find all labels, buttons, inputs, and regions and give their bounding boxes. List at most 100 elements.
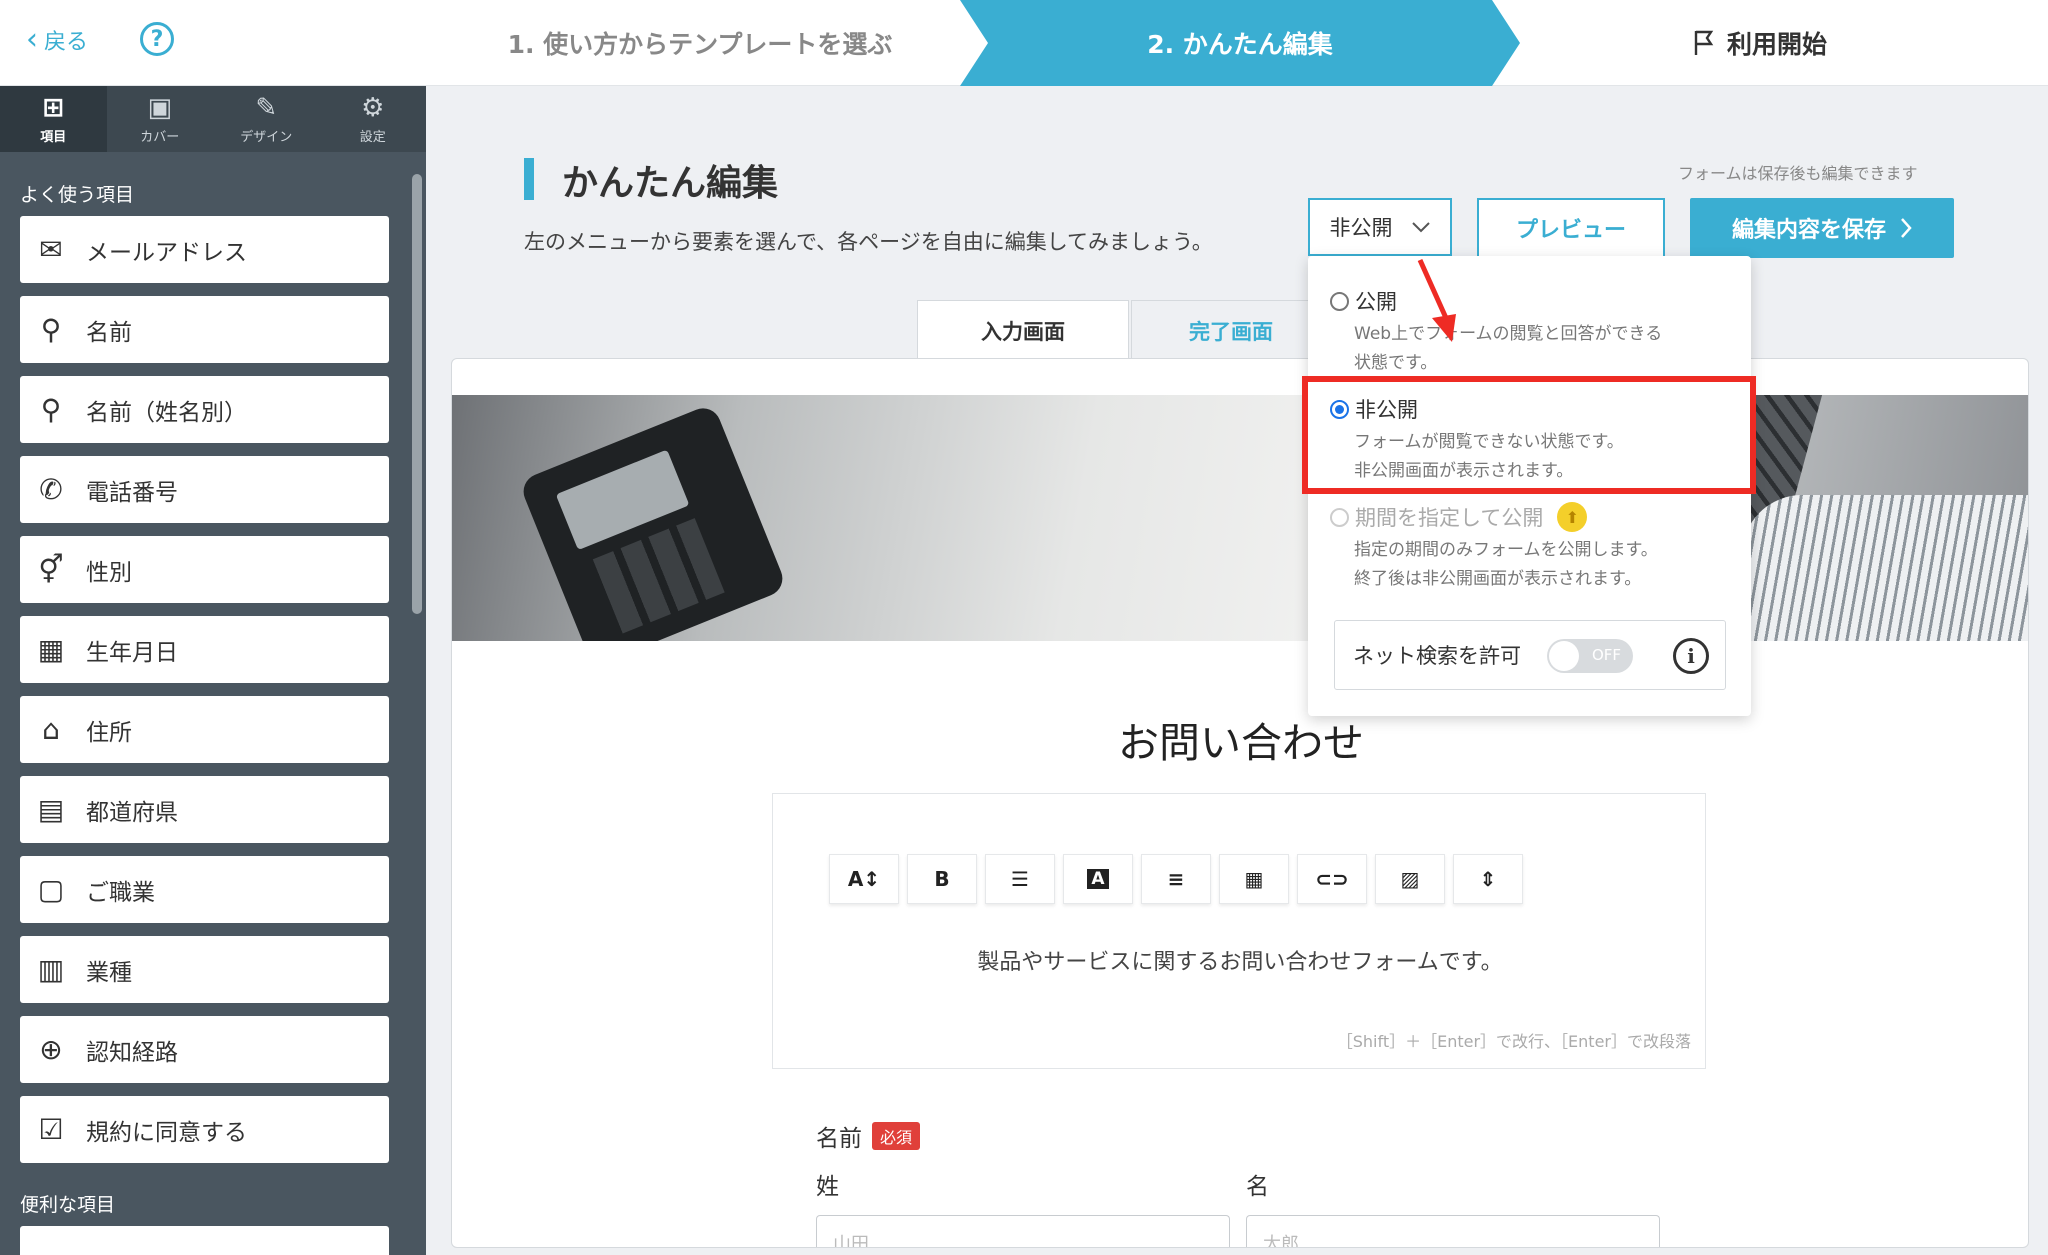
form-canvas: お問い合わせ A↕ B ☰ A ≡ ▦ ⊂⊃ ▨ ⇕ 製品やサービスに関するお問… (451, 358, 2029, 1248)
sidebar-item-phone[interactable]: ✆ 電話番号 (20, 456, 389, 523)
sidebar-tab-label: カバー (140, 129, 180, 145)
sidebar-item-prefecture[interactable]: ▤ 都道府県 (20, 776, 389, 843)
bold-button[interactable]: B (907, 854, 977, 904)
upgrade-badge-icon: ⬆ (1557, 502, 1588, 532)
tab-complete-screen[interactable]: 完了画面 (1131, 300, 1331, 360)
net-search-label: ネット検索を許可 (1353, 644, 1521, 668)
sidebar-item-label: 認知経路 (86, 1039, 178, 1066)
toggle-knob (1549, 641, 1579, 671)
house-icon: ⌂ (42, 713, 60, 746)
name-label-text: 名前 (816, 1126, 862, 1152)
chevron-down-icon (1411, 222, 1430, 233)
align-button[interactable]: ≡ (1141, 854, 1211, 904)
table-button[interactable]: ▦ (1219, 854, 1289, 904)
person-icon: ⚲ (40, 313, 62, 346)
visibility-select[interactable]: 非公開 (1308, 198, 1452, 256)
name-field-label: 名前 必須 (816, 1119, 921, 1153)
sidebar-tab-settings[interactable]: ⚙ 設定 (320, 86, 427, 152)
calendar-icon: ▦ (37, 633, 65, 666)
page-description: 左のメニューから要素を選んで、各ページを自由に編集してみましょう。 (524, 230, 1213, 254)
preview-button[interactable]: プレビュー (1477, 198, 1665, 258)
list-button[interactable]: ☰ (985, 854, 1055, 904)
sidebar-item-address[interactable]: ⌂ 住所 (20, 696, 389, 763)
last-name-label: 姓 (816, 1174, 839, 1200)
sidebar-item-label: 電話番号 (86, 479, 178, 506)
first-name-input[interactable]: 太郎 (1246, 1215, 1660, 1247)
editor-toolbar: A↕ B ☰ A ≡ ▦ ⊂⊃ ▨ ⇕ (829, 854, 1523, 904)
section-title-useful: 便利な項目 (20, 1194, 116, 1216)
add-item-icon: ⊞ (42, 92, 65, 123)
sidebar-item-partial[interactable] (20, 1226, 389, 1255)
radio-scheduled[interactable] (1330, 507, 1349, 527)
sidebar-item-list: ✉ メールアドレス ⚲ 名前 ⚲ 名前（姓名別） ✆ 電話番号 ⚥ 性別 ▦ 生年月日 ⌂ 住… (20, 216, 389, 1176)
sidebar-item-referral[interactable]: ⊕ 認知経路 (20, 1016, 389, 1083)
step-start-use[interactable]: 利用開始 (1640, 0, 1880, 86)
sidebar-item-name-split[interactable]: ⚲ 名前（姓名別） (20, 376, 389, 443)
step-easy-edit[interactable]: 2. かんたん編集 (960, 0, 1520, 86)
page-title: かんたん編集 (562, 163, 779, 204)
toggle-state: OFF (1591, 646, 1621, 664)
tab-input-screen[interactable]: 入力画面 (917, 300, 1129, 360)
step-choose-template[interactable]: 1. 使い方からテンプレートを選ぶ (440, 0, 960, 86)
sidebar-item-label: メールアドレス (86, 239, 247, 266)
option-desc-line: 終了後は非公開画面が表示されます。 (1354, 569, 1642, 589)
save-button[interactable]: 編集内容を保存 (1690, 198, 1954, 258)
description-editor[interactable]: A↕ B ☰ A ≡ ▦ ⊂⊃ ▨ ⇕ 製品やサービスに関するお問い合わせフォー… (772, 793, 1706, 1069)
sidebar-item-label: 名前（姓名別） (86, 399, 247, 426)
sidebar-tab-label: 設定 (359, 129, 386, 145)
section-title-common: よく使う項目 (20, 184, 135, 206)
sidebar-item-industry[interactable]: ▥ 業種 (20, 936, 389, 1003)
option-public[interactable]: 公開 Web上でフォームの閲覧と回答ができる 状態です。 (1330, 286, 1662, 378)
sidebar-item-label: ご職業 (86, 879, 155, 906)
option-scheduled[interactable]: 期間を指定して公開 ⬆ 指定の期間のみフォームを公開します。 終了後は非公開画面が表… (1330, 502, 1658, 594)
back-label: 戻る (44, 30, 89, 55)
info-icon[interactable]: i (1673, 638, 1709, 674)
office-building-icon: ▥ (37, 953, 65, 986)
image-button[interactable]: ▨ (1375, 854, 1445, 904)
editor-hint: ［Shift］＋［Enter］で改行、［Enter］で改段落 (1336, 1032, 1691, 1051)
sidebar-tab-cover[interactable]: ▣ カバー (107, 86, 214, 152)
id-badge-icon: ▢ (37, 873, 65, 906)
font-size-button[interactable]: A↕ (829, 854, 899, 904)
required-badge: 必須 (872, 1122, 921, 1150)
chevron-right-icon (1901, 218, 1912, 238)
net-search-toggle[interactable]: OFF (1547, 639, 1633, 673)
text-color-button[interactable]: A (1063, 854, 1133, 904)
form-title[interactable]: お問い合わせ (452, 709, 2028, 769)
sidebar-item-terms[interactable]: ☑ 規約に同意する (20, 1096, 389, 1163)
sidebar-item-gender[interactable]: ⚥ 性別 (20, 536, 389, 603)
sidebar-item-label: 生年月日 (86, 639, 178, 666)
visibility-select-value: 非公開 (1329, 216, 1393, 240)
sidebar-tab-label: 項目 (40, 129, 67, 145)
text-color-icon: A (1087, 869, 1109, 889)
form-description[interactable]: 製品やサービスに関するお問い合わせフォームです。 (773, 944, 1707, 976)
envelope-icon: ✉ (39, 233, 63, 266)
first-name-label: 名 (1246, 1174, 1269, 1200)
phone-icon: ✆ (39, 473, 63, 506)
save-button-label: 編集内容を保存 (1731, 218, 1886, 243)
option-desc-line: 指定の期間のみフォームを公開します。 (1354, 540, 1658, 560)
sidebar-item-label: 規約に同意する (86, 1119, 247, 1146)
cover-image[interactable] (452, 395, 2028, 641)
option-label: 期間を指定して公開 (1355, 506, 1544, 530)
sidebar-item-name[interactable]: ⚲ 名前 (20, 296, 389, 363)
top-bar: ‹ 戻る ? 1. 使い方からテンプレートを選ぶ 2. かんたん編集 利用開始 (0, 0, 2048, 86)
spacing-button[interactable]: ⇕ (1453, 854, 1523, 904)
sidebar-item-occupation[interactable]: ▢ ご職業 (20, 856, 389, 923)
chevron-left-icon: ‹ (26, 22, 38, 57)
back-link[interactable]: ‹ 戻る (26, 24, 88, 56)
sidebar-scrollbar[interactable] (412, 174, 422, 614)
sidebar-item-email[interactable]: ✉ メールアドレス (20, 216, 389, 283)
net-search-setting: ネット検索を許可 OFF i (1334, 620, 1726, 690)
sidebar-item-birthday[interactable]: ▦ 生年月日 (20, 616, 389, 683)
sidebar-item-label: 住所 (86, 719, 132, 746)
option-desc-line: 状態です。 (1354, 353, 1438, 373)
sidebar: ⊞ 項目 ▣ カバー ✎ デザイン ⚙ 設定 よく使う項目 ✉ メールアドレス ⚲… (0, 86, 426, 1255)
sidebar-tab-design[interactable]: ✎ デザイン (213, 86, 320, 152)
sidebar-tab-items[interactable]: ⊞ 項目 (0, 86, 107, 152)
radio-public[interactable] (1330, 291, 1349, 311)
link-button[interactable]: ⊂⊃ (1297, 854, 1367, 904)
last-name-input[interactable]: 山田 (816, 1215, 1230, 1247)
help-icon[interactable]: ? (140, 22, 174, 56)
person-icon: ⚲ (40, 393, 62, 426)
